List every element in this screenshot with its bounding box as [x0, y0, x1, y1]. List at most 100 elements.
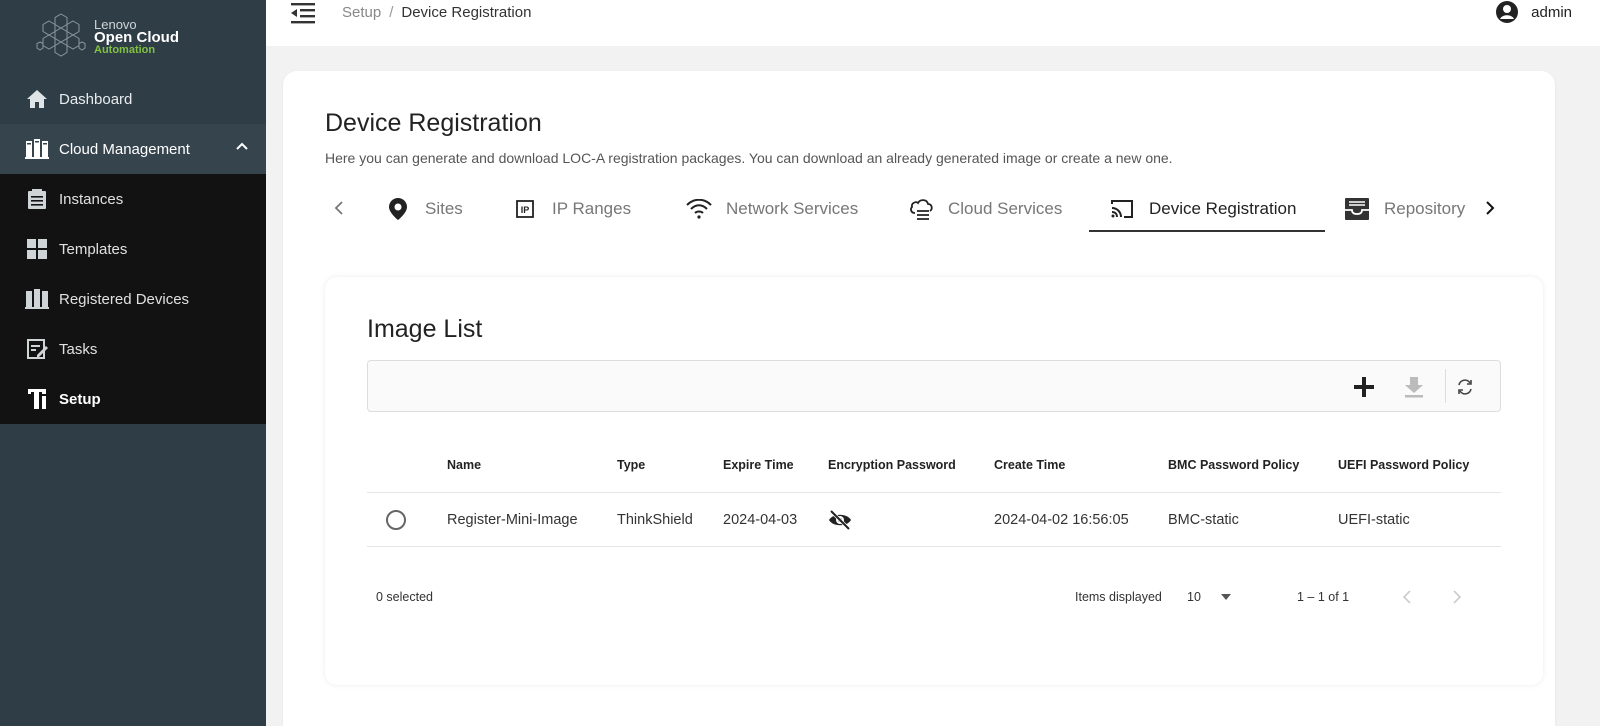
table-row[interactable]: Register-Mini-Image ThinkShield 2024-04-… — [367, 493, 1501, 547]
download-image-button[interactable] — [1400, 373, 1428, 401]
cloud-services-icon — [908, 196, 934, 222]
tab-network-services[interactable]: Network Services — [686, 186, 858, 232]
tab-label: Network Services — [726, 199, 859, 218]
next-page-button[interactable] — [1447, 582, 1467, 612]
items-displayed-label: Items displayed — [1075, 590, 1162, 604]
home-icon — [25, 87, 49, 111]
cell-expire-time: 2024-04-03 — [723, 511, 798, 528]
repository-icon — [1344, 196, 1370, 222]
image-table: Name Type Expire Time Encryption Passwor… — [367, 437, 1501, 547]
column-header-bmc-password-policy[interactable]: BMC Password Policy — [1168, 437, 1299, 492]
refresh-button[interactable] — [1451, 373, 1479, 401]
tab-label: Device Registration — [1149, 199, 1297, 218]
download-icon — [1405, 377, 1423, 398]
cell-uefi-policy: UEFI-static — [1338, 511, 1410, 528]
sidebar-item-label: Instances — [59, 190, 124, 208]
lenovo-hex-logo-icon — [36, 13, 86, 57]
caret-down-icon — [1220, 594, 1231, 600]
row-select-radio[interactable] — [386, 493, 406, 546]
sidebar-item-label: Setup — [59, 390, 101, 408]
pagination-range: 1 – 1 of 1 — [1297, 590, 1350, 604]
column-header-expire-time[interactable]: Expire Time — [723, 437, 794, 492]
instances-icon — [25, 187, 49, 211]
sidebar-submenu: Instances Templates Registered Devices T… — [0, 174, 266, 424]
tab-repository[interactable]: Repository — [1344, 186, 1465, 232]
plus-icon — [1354, 377, 1374, 397]
column-header-uefi-password-policy[interactable]: UEFI Password Policy — [1338, 437, 1469, 492]
column-header-create-time[interactable]: Create Time — [994, 437, 1065, 492]
sidebar-item-label: Cloud Management — [59, 140, 190, 158]
chevron-left-icon — [1397, 587, 1417, 607]
templates-icon — [25, 237, 49, 261]
setup-tabs: Sites IP IP Ranges Network Services Clou… — [325, 186, 1535, 232]
menu-collapse-icon[interactable] — [290, 2, 316, 24]
sidebar: Lenovo Open Cloud Automation Dashboard C… — [0, 0, 266, 726]
previous-page-button[interactable] — [1397, 582, 1417, 612]
toolbar-divider — [1445, 369, 1446, 403]
user-name: admin — [1531, 3, 1572, 21]
tab-label: Cloud Services — [948, 199, 1063, 218]
sidebar-item-setup[interactable]: Setup — [0, 374, 266, 424]
page-description: Here you can generate and download LOC-A… — [325, 150, 1173, 166]
selected-count: 0 selected — [376, 590, 433, 604]
sidebar-item-templates[interactable]: Templates — [0, 224, 266, 274]
brand-logo[interactable]: Lenovo Open Cloud Automation — [0, 0, 266, 74]
eye-off-icon[interactable] — [828, 509, 852, 530]
items-per-page-select[interactable]: 10 — [1187, 582, 1231, 612]
sidebar-item-tasks[interactable]: Tasks — [0, 324, 266, 374]
top-header: Setup / Device Registration admin — [266, 0, 1600, 46]
cell-encryption-password — [828, 493, 852, 546]
tab-ip-ranges[interactable]: IP IP Ranges — [512, 186, 631, 232]
breadcrumb-separator: / — [389, 4, 394, 21]
sidebar-item-registered-devices[interactable]: Registered Devices — [0, 274, 266, 324]
sidebar-item-cloud-management[interactable]: Cloud Management — [0, 124, 266, 174]
sidebar-item-label: Templates — [59, 240, 128, 258]
page-title: Device Registration — [325, 109, 542, 137]
tab-label: Repository — [1384, 199, 1466, 218]
add-image-button[interactable] — [1350, 373, 1378, 401]
cell-name: Register-Mini-Image — [447, 511, 578, 528]
cell-create-time: 2024-04-02 16:56:05 — [994, 511, 1129, 528]
tab-label: IP Ranges — [552, 199, 632, 218]
items-per-page-value: 10 — [1187, 590, 1201, 604]
refresh-icon — [1458, 379, 1472, 395]
tab-cloud-services[interactable]: Cloud Services — [908, 186, 1062, 232]
cell-type: ThinkShield — [617, 511, 693, 528]
user-menu[interactable]: admin — [1495, 0, 1572, 24]
table-header: Name Type Expire Time Encryption Passwor… — [367, 437, 1501, 493]
location-pin-icon — [385, 196, 411, 222]
tabs-scroll-right-icon[interactable] — [1478, 196, 1502, 220]
table-footer: 0 selected Items displayed 10 1 – 1 of 1 — [367, 582, 1501, 612]
chevron-right-icon — [1447, 587, 1467, 607]
sidebar-item-label: Tasks — [59, 340, 98, 358]
tasks-icon — [25, 337, 49, 361]
column-header-type[interactable]: Type — [617, 437, 645, 492]
registered-devices-icon — [25, 287, 49, 311]
image-list-toolbar — [367, 360, 1501, 412]
user-avatar-icon — [1496, 1, 1519, 23]
column-header-name[interactable]: Name — [447, 437, 481, 492]
sidebar-item-instances[interactable]: Instances — [0, 174, 266, 224]
wifi-icon — [686, 196, 712, 222]
setup-icon — [25, 387, 49, 411]
ip-icon: IP — [512, 196, 538, 222]
image-list-card: Image List Name Type Expire Time Encrypt… — [325, 277, 1543, 685]
image-list-title: Image List — [367, 315, 483, 343]
brand-line-2: Open Cloud — [94, 28, 179, 46]
breadcrumb-current: Device Registration — [401, 4, 532, 21]
svg-text:IP: IP — [521, 205, 530, 215]
chevron-up-icon[interactable] — [236, 142, 248, 150]
column-header-encryption-password[interactable]: Encryption Password — [828, 437, 956, 492]
sidebar-item-dashboard[interactable]: Dashboard — [0, 74, 266, 124]
tabs-scroll-left-icon[interactable] — [327, 196, 351, 220]
breadcrumb-setup[interactable]: Setup — [342, 4, 381, 21]
active-tab-indicator — [1089, 230, 1325, 232]
tab-label: Sites — [425, 199, 463, 218]
tab-device-registration[interactable]: Device Registration — [1109, 186, 1296, 232]
tab-sites[interactable]: Sites — [385, 186, 463, 232]
sidebar-item-label: Registered Devices — [59, 290, 190, 308]
main-card: Device Registration Here you can generat… — [283, 71, 1555, 726]
cast-icon — [1109, 196, 1135, 222]
breadcrumb: Setup / Device Registration — [342, 4, 531, 21]
sidebar-item-label: Dashboard — [59, 90, 133, 108]
